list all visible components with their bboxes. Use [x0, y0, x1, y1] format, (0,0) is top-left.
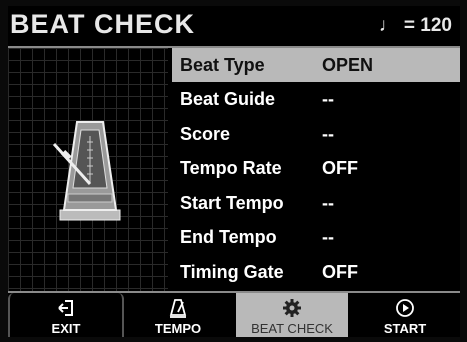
setting-value: OFF	[322, 262, 358, 282]
setting-label: Timing Gate	[180, 262, 284, 282]
beat-check-button[interactable]: BEAT CHECK	[236, 293, 348, 337]
tempo-value: = 120	[403, 15, 452, 36]
setting-value: --	[322, 124, 334, 144]
gear-icon	[236, 298, 348, 318]
play-icon	[350, 298, 460, 318]
header: BEAT CHECK ♩ = 120	[8, 6, 460, 46]
function-bar: EXIT TEMPO BEAT CHECK START	[8, 291, 460, 337]
setting-value: OFF	[322, 158, 358, 178]
tempo-button[interactable]: TEMPO	[122, 293, 234, 337]
settings-row-start-tempo[interactable]: Start Tempo --	[172, 186, 460, 220]
setting-label: Start Tempo	[180, 193, 284, 213]
settings-row-timing-gate[interactable]: Timing Gate OFF	[172, 255, 460, 289]
illustration-panel	[8, 48, 168, 291]
setting-label: End Tempo	[180, 227, 277, 247]
setting-value: --	[322, 227, 334, 247]
metronome-icon	[52, 121, 121, 221]
tempo-readout: ♩ = 120	[379, 15, 452, 37]
start-button[interactable]: START	[350, 293, 460, 337]
settings-row-beat-guide[interactable]: Beat Guide --	[172, 82, 460, 116]
settings-row-tempo-rate[interactable]: Tempo Rate OFF	[172, 151, 460, 185]
exit-icon	[10, 298, 122, 318]
tempo-label: TEMPO	[154, 321, 202, 336]
setting-label: Score	[180, 124, 231, 144]
exit-label: EXIT	[51, 321, 81, 336]
setting-value: --	[322, 193, 334, 213]
quarter-note-icon: ♩	[378, 15, 398, 36]
setting-label: Beat Type	[180, 55, 265, 75]
lcd-screen: BEAT CHECK ♩ = 120 Beat Type OPEN Beat Gu	[8, 6, 460, 337]
setting-value: OPEN	[322, 55, 374, 75]
setting-label: Tempo Rate	[180, 158, 282, 178]
settings-list: Beat Type OPEN Beat Guide -- Score -- Te…	[172, 48, 460, 291]
settings-row-score[interactable]: Score --	[172, 117, 460, 151]
start-label: START	[383, 321, 427, 336]
exit-button[interactable]: EXIT	[8, 293, 124, 337]
metronome-small-icon	[122, 298, 234, 318]
settings-row-beat-type[interactable]: Beat Type OPEN	[172, 48, 460, 82]
page-title: BEAT CHECK	[10, 9, 195, 39]
beat-check-label: BEAT CHECK	[251, 321, 333, 336]
settings-row-end-tempo[interactable]: End Tempo --	[172, 220, 460, 254]
setting-label: Beat Guide	[180, 89, 276, 109]
setting-value: --	[322, 89, 334, 109]
